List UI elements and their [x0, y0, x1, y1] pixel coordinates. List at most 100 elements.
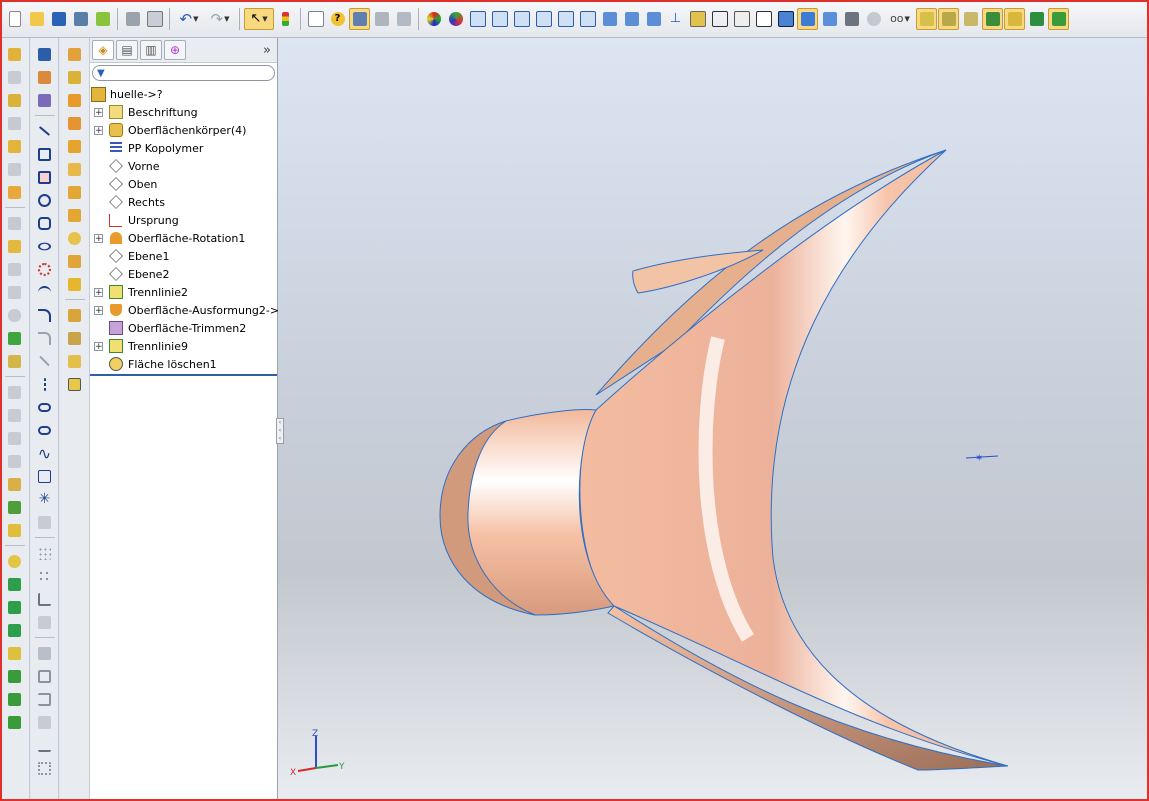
shadows-button[interactable] [841, 8, 862, 30]
curve-through-points-button[interactable] [6, 574, 24, 594]
sketch-fillet-button[interactable] [36, 328, 54, 348]
tree-item[interactable]: Fläche löschen1 [90, 355, 277, 373]
print-preview-button[interactable] [144, 8, 165, 30]
reference-geometry-button[interactable] [393, 8, 414, 30]
appearance-button[interactable] [423, 8, 444, 30]
undo-button[interactable]: ↶ ▼ [174, 8, 204, 30]
offset-surface-button[interactable] [66, 205, 84, 225]
spline-on-surface-button[interactable] [36, 466, 54, 486]
realview-button[interactable] [863, 8, 884, 30]
split-line-button[interactable] [6, 643, 24, 663]
tree-item[interactable]: + Oberflächenkörper(4) [90, 121, 277, 139]
spline-button[interactable]: ∿ [36, 443, 54, 463]
tree-item[interactable]: Ebene1 [90, 247, 277, 265]
thicken-button[interactable] [66, 328, 84, 348]
line-button[interactable] [36, 121, 54, 141]
view-sketches-button[interactable] [982, 7, 1003, 30]
planar-surface-button[interactable] [66, 182, 84, 202]
trim-entities-button[interactable] [36, 712, 54, 732]
move-copy-button[interactable] [6, 520, 24, 540]
view-axes-button[interactable] [938, 7, 959, 30]
display-relations-button[interactable] [36, 589, 54, 609]
rebuild-button[interactable] [92, 8, 113, 30]
shaded-with-edges-button[interactable] [775, 8, 796, 30]
indent-button[interactable] [6, 451, 24, 471]
print-button[interactable] [122, 8, 143, 30]
new-document-button[interactable] [4, 8, 25, 30]
center-rectangle-button[interactable] [36, 167, 54, 187]
convert-entities-button[interactable] [36, 689, 54, 709]
lofted-surface-button[interactable] [66, 113, 84, 133]
shaded-button[interactable] [797, 7, 818, 30]
expand-toggle[interactable]: + [94, 287, 103, 297]
deform-button[interactable] [6, 428, 24, 448]
boundary-surface-button[interactable] [66, 136, 84, 156]
tab-dimxpert[interactable]: ⊕ [164, 40, 186, 60]
expand-toggle[interactable]: + [94, 107, 103, 117]
intersect-button[interactable] [6, 351, 24, 371]
combine-button[interactable] [6, 328, 24, 348]
replace-face-button[interactable] [66, 251, 84, 271]
view-3d-sketch-button[interactable] [1026, 8, 1047, 30]
revolved-surface-button[interactable] [66, 67, 84, 87]
coordinate-system-button[interactable] [6, 712, 24, 732]
view-trimetric-button[interactable] [621, 8, 642, 30]
tab-property-manager[interactable]: ▤ [116, 40, 138, 60]
point-button[interactable]: ✳ [36, 489, 54, 509]
normal-to-button[interactable]: ⊥ [665, 8, 686, 30]
knit-surface-button[interactable] [66, 305, 84, 325]
helix-button[interactable] [6, 551, 24, 571]
wireframe-button[interactable] [709, 8, 730, 30]
graphics-area[interactable]: ✶ Z Y X [278, 38, 1149, 801]
centerpoint-arc-button[interactable] [36, 305, 54, 325]
3d-sketch-button[interactable] [36, 67, 54, 87]
linear-pattern-button[interactable] [36, 543, 54, 563]
sketch-chamfer-button[interactable] [36, 351, 54, 371]
tree-item[interactable]: Ursprung [90, 211, 277, 229]
cut-with-surface-button[interactable] [66, 374, 84, 394]
expand-toggle[interactable]: + [94, 233, 103, 243]
hide-show-items-button[interactable]: oo ▼ [885, 8, 915, 30]
tree-item[interactable]: Oberfläche-Trimmen2 [90, 319, 277, 337]
text-button[interactable] [36, 512, 54, 532]
tab-configuration-manager[interactable]: ▥ [140, 40, 162, 60]
slot-button[interactable] [36, 397, 54, 417]
smart-dimension-button-left[interactable] [36, 90, 54, 110]
tree-item[interactable]: + Beschriftung [90, 103, 277, 121]
view-bottom-button[interactable] [577, 8, 598, 30]
extruded-surface-button[interactable] [66, 44, 84, 64]
more-tabs-button[interactable]: » [263, 43, 271, 58]
help-button[interactable]: ? [327, 8, 348, 30]
fillet-button[interactable] [6, 182, 24, 202]
shell-button[interactable] [6, 259, 24, 279]
tangent-arc-button[interactable] [36, 259, 54, 279]
tree-item[interactable]: Oben [90, 175, 277, 193]
circular-pattern-button[interactable] [36, 566, 54, 586]
sketch-button-left[interactable] [36, 44, 54, 64]
view-origins-button[interactable] [960, 8, 981, 30]
revolve-button[interactable] [6, 67, 24, 87]
tree-item[interactable]: + Oberfläche-Ausformung2->? [90, 301, 285, 319]
redo-button[interactable]: ↷ ▼ [205, 8, 235, 30]
split-button[interactable] [6, 497, 24, 517]
save-button[interactable] [48, 8, 69, 30]
view-points-button[interactable] [1048, 7, 1069, 30]
ellipse-button[interactable] [36, 236, 54, 256]
polygon-button[interactable] [36, 213, 54, 233]
composite-curve-button[interactable] [6, 597, 24, 617]
view-left-button[interactable] [511, 8, 532, 30]
straight-slot-button[interactable] [36, 420, 54, 440]
tree-filter[interactable]: ▼ [92, 65, 275, 81]
section-view-button[interactable] [819, 8, 840, 30]
sketch-button[interactable] [349, 7, 370, 30]
options-button[interactable] [70, 8, 91, 30]
dome-button[interactable] [6, 305, 24, 325]
panel-splitter[interactable]: ‹ ‹ ‹ [276, 418, 284, 444]
view-front-button[interactable] [467, 8, 488, 30]
circle-button[interactable] [36, 190, 54, 210]
sweep-button[interactable] [6, 90, 24, 110]
centerline-button[interactable] [36, 374, 54, 394]
trim-surface-button[interactable] [66, 351, 84, 371]
rebuild-status-button[interactable] [275, 8, 296, 30]
extruded-boss-button[interactable] [6, 44, 24, 64]
